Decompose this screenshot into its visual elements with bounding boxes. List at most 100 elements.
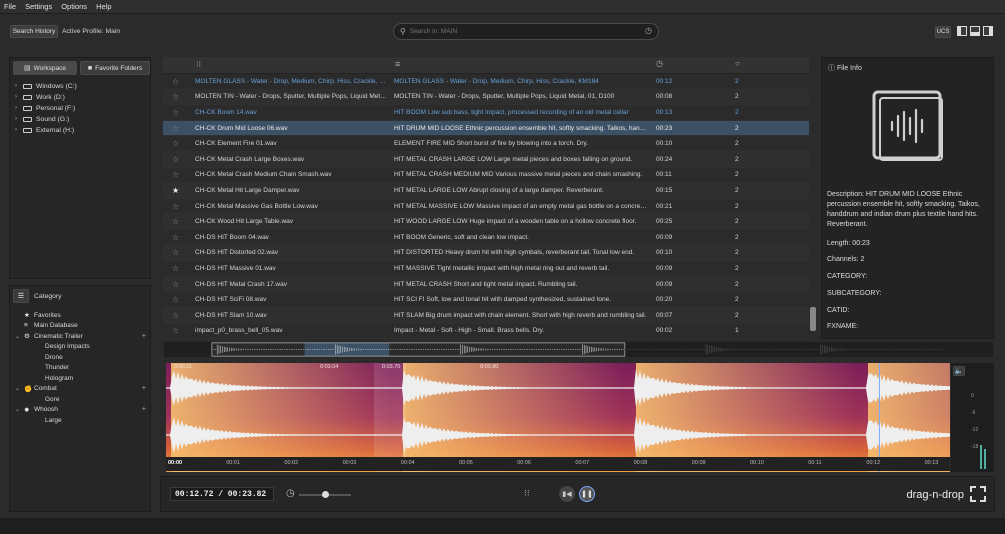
pause-button[interactable]: ❚❚ [579, 486, 595, 502]
waveform-marker[interactable]: 0:00.11 [174, 364, 192, 370]
favorite-star-icon[interactable]: ☆ [172, 295, 179, 304]
table-row[interactable]: ☆ CH-DS HIT Massive 01.wav HIT MASSIVE Tig… [163, 261, 809, 277]
table-row[interactable]: ☆ impact_p0_brass_bell_05.wav Impact - Met… [163, 324, 809, 340]
channels-cell: 2 [735, 218, 739, 226]
category-item[interactable]: ⌄ ⚙ Cinematic Trailer + [10, 331, 150, 341]
table-row[interactable]: ☆ CH-CK Element Fire 01.wav ELEMENT FIRE M… [163, 136, 809, 152]
table-row[interactable]: ☆ MOLTEN GLASS - Water - Drop, Medium, Ch… [163, 74, 809, 90]
drive-item[interactable]: › Windows (C:) [15, 81, 77, 91]
table-row[interactable]: ☆ CH-DS HIT Metal Crash 17.wav HIT METAL C… [163, 276, 809, 293]
drive-item[interactable]: › Sound (G:) [15, 114, 69, 124]
workspace-tab[interactable]: ▤ Workspace [13, 61, 77, 75]
menu-file[interactable]: File [4, 2, 16, 11]
meter-scale-label: -12 [971, 427, 979, 433]
category-item[interactable]: ≡ Main Database [10, 321, 150, 331]
volume-icon[interactable]: 🔈 [953, 366, 965, 376]
favorite-star-icon[interactable]: ☆ [172, 280, 179, 289]
length-cell: 00:11 [656, 171, 672, 179]
waveform-overview[interactable] [163, 341, 994, 358]
category-label: Thunder [45, 364, 70, 371]
favorite-folders-tab[interactable]: ■ Favorite Folders [80, 61, 150, 75]
waveform-display[interactable] [166, 363, 950, 472]
waveform-marker[interactable]: 0:03.04 [320, 364, 338, 370]
plus-icon[interactable]: + [142, 385, 146, 392]
plus-icon[interactable]: + [142, 406, 146, 413]
favorite-star-icon[interactable]: ☆ [172, 264, 179, 273]
favorite-star-icon[interactable]: ☆ [172, 92, 179, 101]
favorite-star-icon[interactable]: ☆ [172, 248, 179, 257]
table-row[interactable]: ☆ CH-CK Metal Crash Medium Chain Smash.wa… [163, 168, 809, 184]
description-col-icon[interactable]: ≡ [395, 59, 400, 69]
drive-item[interactable]: › External (H:) [15, 125, 74, 135]
waveform-marker[interactable]: 0:03.80 [480, 364, 498, 370]
table-row[interactable]: ☆ CH-CK Metal Massive Gas Bottle Low.wav H… [163, 199, 809, 215]
search-box[interactable]: ⚲ ◷ [393, 23, 659, 40]
length-cell: 00:10 [656, 249, 673, 257]
table-row[interactable]: ☆ CH-CK Wood Hit Large Table.wav HIT WOOD … [163, 214, 809, 230]
layout-left-icon[interactable] [957, 26, 967, 36]
drive-item[interactable]: › Personal (F:) [15, 103, 75, 113]
favorite-star-icon[interactable]: ☆ [172, 217, 179, 226]
table-row[interactable]: ☆ MOLTEN TIN - Water - Drops, Sputter, Mu… [163, 89, 809, 106]
file-name-cell: CH-DS HIT Metal Crash 17.wav [195, 280, 287, 288]
table-row[interactable]: ☆ CH-DS HIT SciFi 08.wav HIT SCI FI Soft, … [163, 292, 809, 308]
favorite-star-icon[interactable]: ★ [172, 186, 179, 195]
table-row[interactable]: ☆ CH-CK Drum Mid Loose 06.wav HIT DRUM MID… [163, 120, 809, 137]
waveform-marker[interactable]: 0:03.70 [382, 364, 400, 370]
time-ruler[interactable]: 00:00 00:01 00:02 00:03 00:04 00:05 00:06 00:07… [166, 457, 950, 471]
ruler-tick-label: 00:11 [808, 460, 822, 466]
favorite-star-icon[interactable]: ☆ [172, 124, 179, 133]
table-row[interactable]: ☆ CH-CK Boom 14.wav HIT BOOM Low sub bass,… [163, 105, 809, 121]
table-row[interactable]: ☆ CH-CK Metal Crash Large Boxes.wav HIT ME… [163, 152, 809, 168]
category-item[interactable]: Hologram [10, 373, 150, 383]
layout-right-icon[interactable] [983, 26, 993, 36]
ucs-button[interactable]: UCS [935, 26, 951, 38]
waveform-mode-icon[interactable]: ⁝⁝ [524, 488, 530, 499]
table-row[interactable]: ☆ CH-DS HIT Boom 04.wav HIT BOOM Generic, … [163, 230, 809, 246]
category-item[interactable]: ⌄ ✹ Whoosh + [10, 405, 150, 415]
category-item[interactable]: Thunder [10, 363, 150, 373]
speed-icon[interactable]: ◷ [286, 488, 295, 499]
category-item[interactable]: ⌄ ✊ Combat + [10, 384, 150, 394]
category-item[interactable]: Drone [10, 352, 150, 362]
favorite-star-icon[interactable]: ☆ [172, 108, 179, 117]
table-row[interactable]: ☆ CH-DS HIT Slam 10.wav HIT SLAM Big drum … [163, 308, 809, 324]
favorite-star-icon[interactable]: ☆ [172, 233, 179, 242]
favorite-star-icon[interactable]: ☆ [172, 311, 179, 320]
category-item[interactable]: Gore [10, 394, 150, 404]
search-input[interactable] [409, 28, 610, 35]
drive-item[interactable]: › Work (D:) [15, 92, 65, 102]
favorite-star-icon[interactable]: ☆ [172, 77, 179, 86]
description-cell: HIT BOOM Generic, soft and clean low imp… [394, 233, 529, 241]
channels-col-icon[interactable]: ○ [735, 59, 740, 68]
favorite-star-icon[interactable]: ☆ [172, 155, 179, 164]
table-scrollbar[interactable] [810, 307, 816, 331]
favorite-star-icon[interactable]: ☆ [172, 326, 179, 335]
stop-button[interactable]: ▮◀ [559, 486, 575, 502]
menu-help[interactable]: Help [96, 2, 111, 11]
menu-settings[interactable]: Settings [25, 2, 52, 11]
search-history-button[interactable]: Search History [10, 25, 58, 38]
category-item[interactable]: Design Impacts [10, 342, 150, 352]
gear-icon: ⚙ [24, 333, 30, 340]
timecode-display: 00:12.72 / 00:23.82 [170, 487, 274, 501]
plus-icon[interactable]: + [142, 333, 146, 340]
layout-bottom-icon[interactable] [970, 26, 980, 36]
favorite-star-icon[interactable]: ☆ [172, 139, 179, 148]
clock-icon[interactable]: ◷ [645, 26, 652, 35]
clock-col-icon[interactable]: ◷ [656, 59, 663, 68]
favorite-star-icon[interactable]: ☆ [172, 170, 179, 179]
drag-icon[interactable] [970, 486, 986, 502]
channels-cell: 2 [735, 140, 739, 148]
table-row[interactable]: ☆ CH-DS HIT Distorted 02.wav HIT DISTORTED… [163, 245, 809, 262]
category-item[interactable]: Large [10, 415, 150, 425]
file-name-cell: CH-CK Drum Mid Loose 06.wav [195, 124, 288, 132]
menu-options[interactable]: Options [61, 2, 87, 11]
library-icon[interactable]: ☰ [13, 289, 29, 303]
category-item[interactable]: ★ Favorites [10, 310, 150, 320]
table-row[interactable]: ★ CH-CK Metal Hit Large Damper.wav HIT MET… [163, 183, 809, 199]
favorite-star-icon[interactable]: ☆ [172, 202, 179, 211]
file-catid: CATID: [827, 307, 850, 314]
speed-slider-handle[interactable] [322, 491, 329, 498]
waveform-col-icon[interactable]: ⁝⁝ [196, 60, 201, 69]
